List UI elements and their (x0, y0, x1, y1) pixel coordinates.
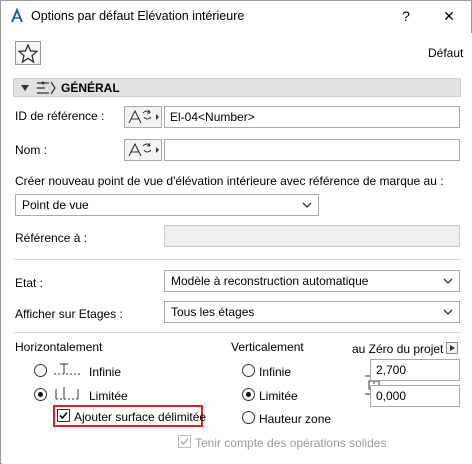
horizontal-limited-radio[interactable] (34, 388, 47, 401)
general-settings-icon (37, 81, 56, 95)
chevron-down-icon (443, 309, 453, 315)
autotext-icon (128, 142, 159, 157)
state-label: Etat : (15, 276, 44, 290)
checkmark-icon (59, 411, 68, 420)
show-on-floors-value: Tous les étages (171, 305, 255, 319)
show-on-floors-label: Afficher sur Etages : (15, 307, 123, 321)
name-input[interactable] (164, 139, 460, 161)
dialog-body: Défaut GÉNÉRAL ID de référence : El-04<N (2, 33, 472, 464)
chevron-down-icon (443, 278, 453, 284)
horizontal-infinite-icon (54, 363, 80, 375)
window-title: Options par défaut Elévation intérieure (31, 9, 245, 23)
collapse-triangle-icon (21, 85, 29, 91)
state-value: Modèle à reconstruction automatique (171, 274, 369, 288)
chevron-down-icon (302, 202, 312, 208)
title-bar[interactable]: Options par défaut Elévation intérieure … (1, 1, 471, 32)
state-dropdown[interactable]: Modèle à reconstruction automatique (164, 270, 460, 292)
favorites-button[interactable] (15, 41, 41, 65)
zero-project-label: au Zéro du projet (352, 342, 444, 356)
create-viewpoint-label: Créer nouveau point de vue d'élévation i… (15, 174, 444, 188)
divider (13, 332, 461, 333)
solid-ops-label: Tenir compte des opérations solides (195, 436, 387, 450)
dialog-window: Options par défaut Elévation intérieure … (0, 0, 472, 464)
horizontal-limited-label: Limitée (89, 389, 128, 403)
horizontal-infinite-radio[interactable] (34, 364, 47, 377)
ref-id-input[interactable]: El-04<Number> (164, 106, 460, 128)
name-autotext-button[interactable] (124, 139, 162, 161)
vertical-zone-height-radio[interactable] (242, 411, 255, 424)
horizontal-limited-icon (55, 387, 79, 400)
ref-id-label: ID de référence : (15, 109, 105, 123)
close-button[interactable]: ✕ (437, 5, 461, 27)
help-button[interactable]: ? (394, 5, 418, 27)
ref-id-autotext-button[interactable] (124, 106, 162, 128)
horizontal-infinite-label: Infinie (89, 365, 122, 379)
vertical-infinite-radio[interactable] (242, 364, 255, 377)
star-icon (17, 43, 39, 64)
show-on-floors-dropdown[interactable]: Tous les étages (164, 301, 460, 323)
vertical-infinite-label: Infinie (259, 365, 292, 379)
vertical-limited-label: Limitée (259, 389, 298, 403)
checkmark-icon (180, 437, 189, 446)
divider (13, 259, 461, 260)
create-viewpoint-value: Point de vue (22, 198, 89, 212)
reference-input (164, 225, 460, 247)
section-title: GÉNÉRAL (61, 81, 120, 95)
vertical-zone-height-label: Hauteur zone (259, 412, 332, 426)
zero-project-menu-button[interactable] (446, 342, 458, 354)
section-header-general[interactable]: GÉNÉRAL (13, 78, 461, 97)
autotext-icon (128, 109, 159, 124)
vertical-top-input[interactable]: 2,700 (370, 359, 460, 381)
archicad-app-icon (11, 8, 23, 23)
create-viewpoint-dropdown[interactable]: Point de vue (15, 194, 319, 216)
reference-label: Référence à : (15, 231, 88, 245)
horizontal-heading: Horizontalement (15, 340, 103, 354)
add-surface-checkbox[interactable] (57, 409, 70, 422)
add-surface-label: Ajouter surface délimitée (74, 410, 207, 424)
name-label: Nom : (15, 143, 48, 157)
default-label: Défaut (428, 46, 464, 60)
solid-ops-checkbox (178, 435, 191, 448)
vertical-limited-radio[interactable] (242, 388, 255, 401)
vertical-bottom-input[interactable]: 0,000 (370, 385, 460, 407)
arrow-right-icon (450, 345, 455, 351)
vertical-heading: Verticalement (231, 340, 304, 354)
